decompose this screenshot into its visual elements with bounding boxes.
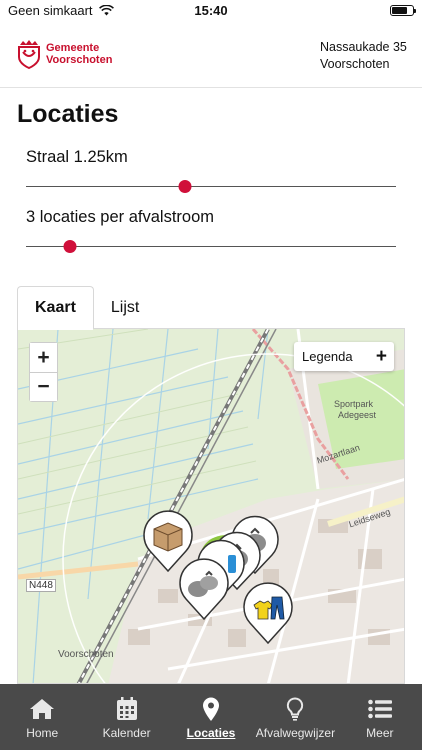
radius-label: Straal 1.25km (26, 148, 128, 166)
legend-button[interactable]: Legenda + (294, 342, 394, 371)
road-shield-n448: N448 (26, 579, 56, 592)
current-address[interactable]: Nassaukade 35 Voorschoten (320, 39, 407, 73)
legend-label: Legenda (302, 349, 353, 364)
nav-locaties[interactable]: Locaties (169, 684, 253, 750)
nav-meer[interactable]: Meer (338, 684, 422, 750)
map-label-adegeest: Adegeest (338, 410, 377, 420)
clock: 15:40 (194, 3, 228, 18)
garbage-bag-marker[interactable] (176, 555, 232, 621)
home-icon (30, 699, 55, 719)
page-title: Locaties (17, 100, 119, 128)
app-header: Gemeente Voorschoten Nassaukade 35 Voors… (0, 22, 422, 88)
nav-afvalwegwijzer[interactable]: Afvalwegwijzer (253, 684, 337, 750)
logo-wordmark: Gemeente Voorschoten (46, 42, 113, 66)
calendar-icon (116, 697, 137, 720)
textile-clothing-marker[interactable] (240, 579, 296, 645)
count-slider[interactable] (26, 240, 396, 254)
map-label-voorschoten: Voorschoten (58, 649, 114, 660)
legend-expand-icon: + (375, 345, 387, 367)
radius-slider[interactable] (26, 180, 396, 194)
map-label-sportpark: Sportpark (334, 399, 374, 409)
slider-thumb[interactable] (178, 180, 192, 193)
municipality-logo[interactable]: Gemeente Voorschoten (16, 38, 112, 70)
crest-icon (18, 40, 40, 70)
nav-kalender[interactable]: Kalender (84, 684, 168, 750)
count-label: 3 locaties per afvalstroom (26, 208, 215, 226)
slider-thumb[interactable] (63, 240, 77, 253)
zoom-out-button[interactable]: − (30, 372, 57, 401)
tab-kaart[interactable]: Kaart (17, 286, 94, 330)
tab-lijst[interactable]: Lijst (94, 286, 156, 329)
bottom-nav: Home Kalender Locaties Afvalwegwijzer Me… (0, 684, 422, 750)
slider-track (26, 246, 396, 247)
status-bar: Geen simkaart 15:40 (0, 0, 422, 22)
zoom-control: + − (29, 342, 58, 402)
nav-home[interactable]: Home (0, 684, 84, 750)
menu-list-icon (368, 699, 392, 719)
zoom-in-button[interactable]: + (30, 343, 57, 372)
battery-icon (390, 5, 416, 16)
location-pin-icon (203, 697, 220, 721)
map-view[interactable]: Sportpark Adegeest Mozartlaan Leidseweg … (17, 328, 405, 684)
lightbulb-icon (287, 697, 304, 721)
slider-track (26, 186, 396, 187)
view-tabs: Kaart Lijst (17, 286, 156, 330)
